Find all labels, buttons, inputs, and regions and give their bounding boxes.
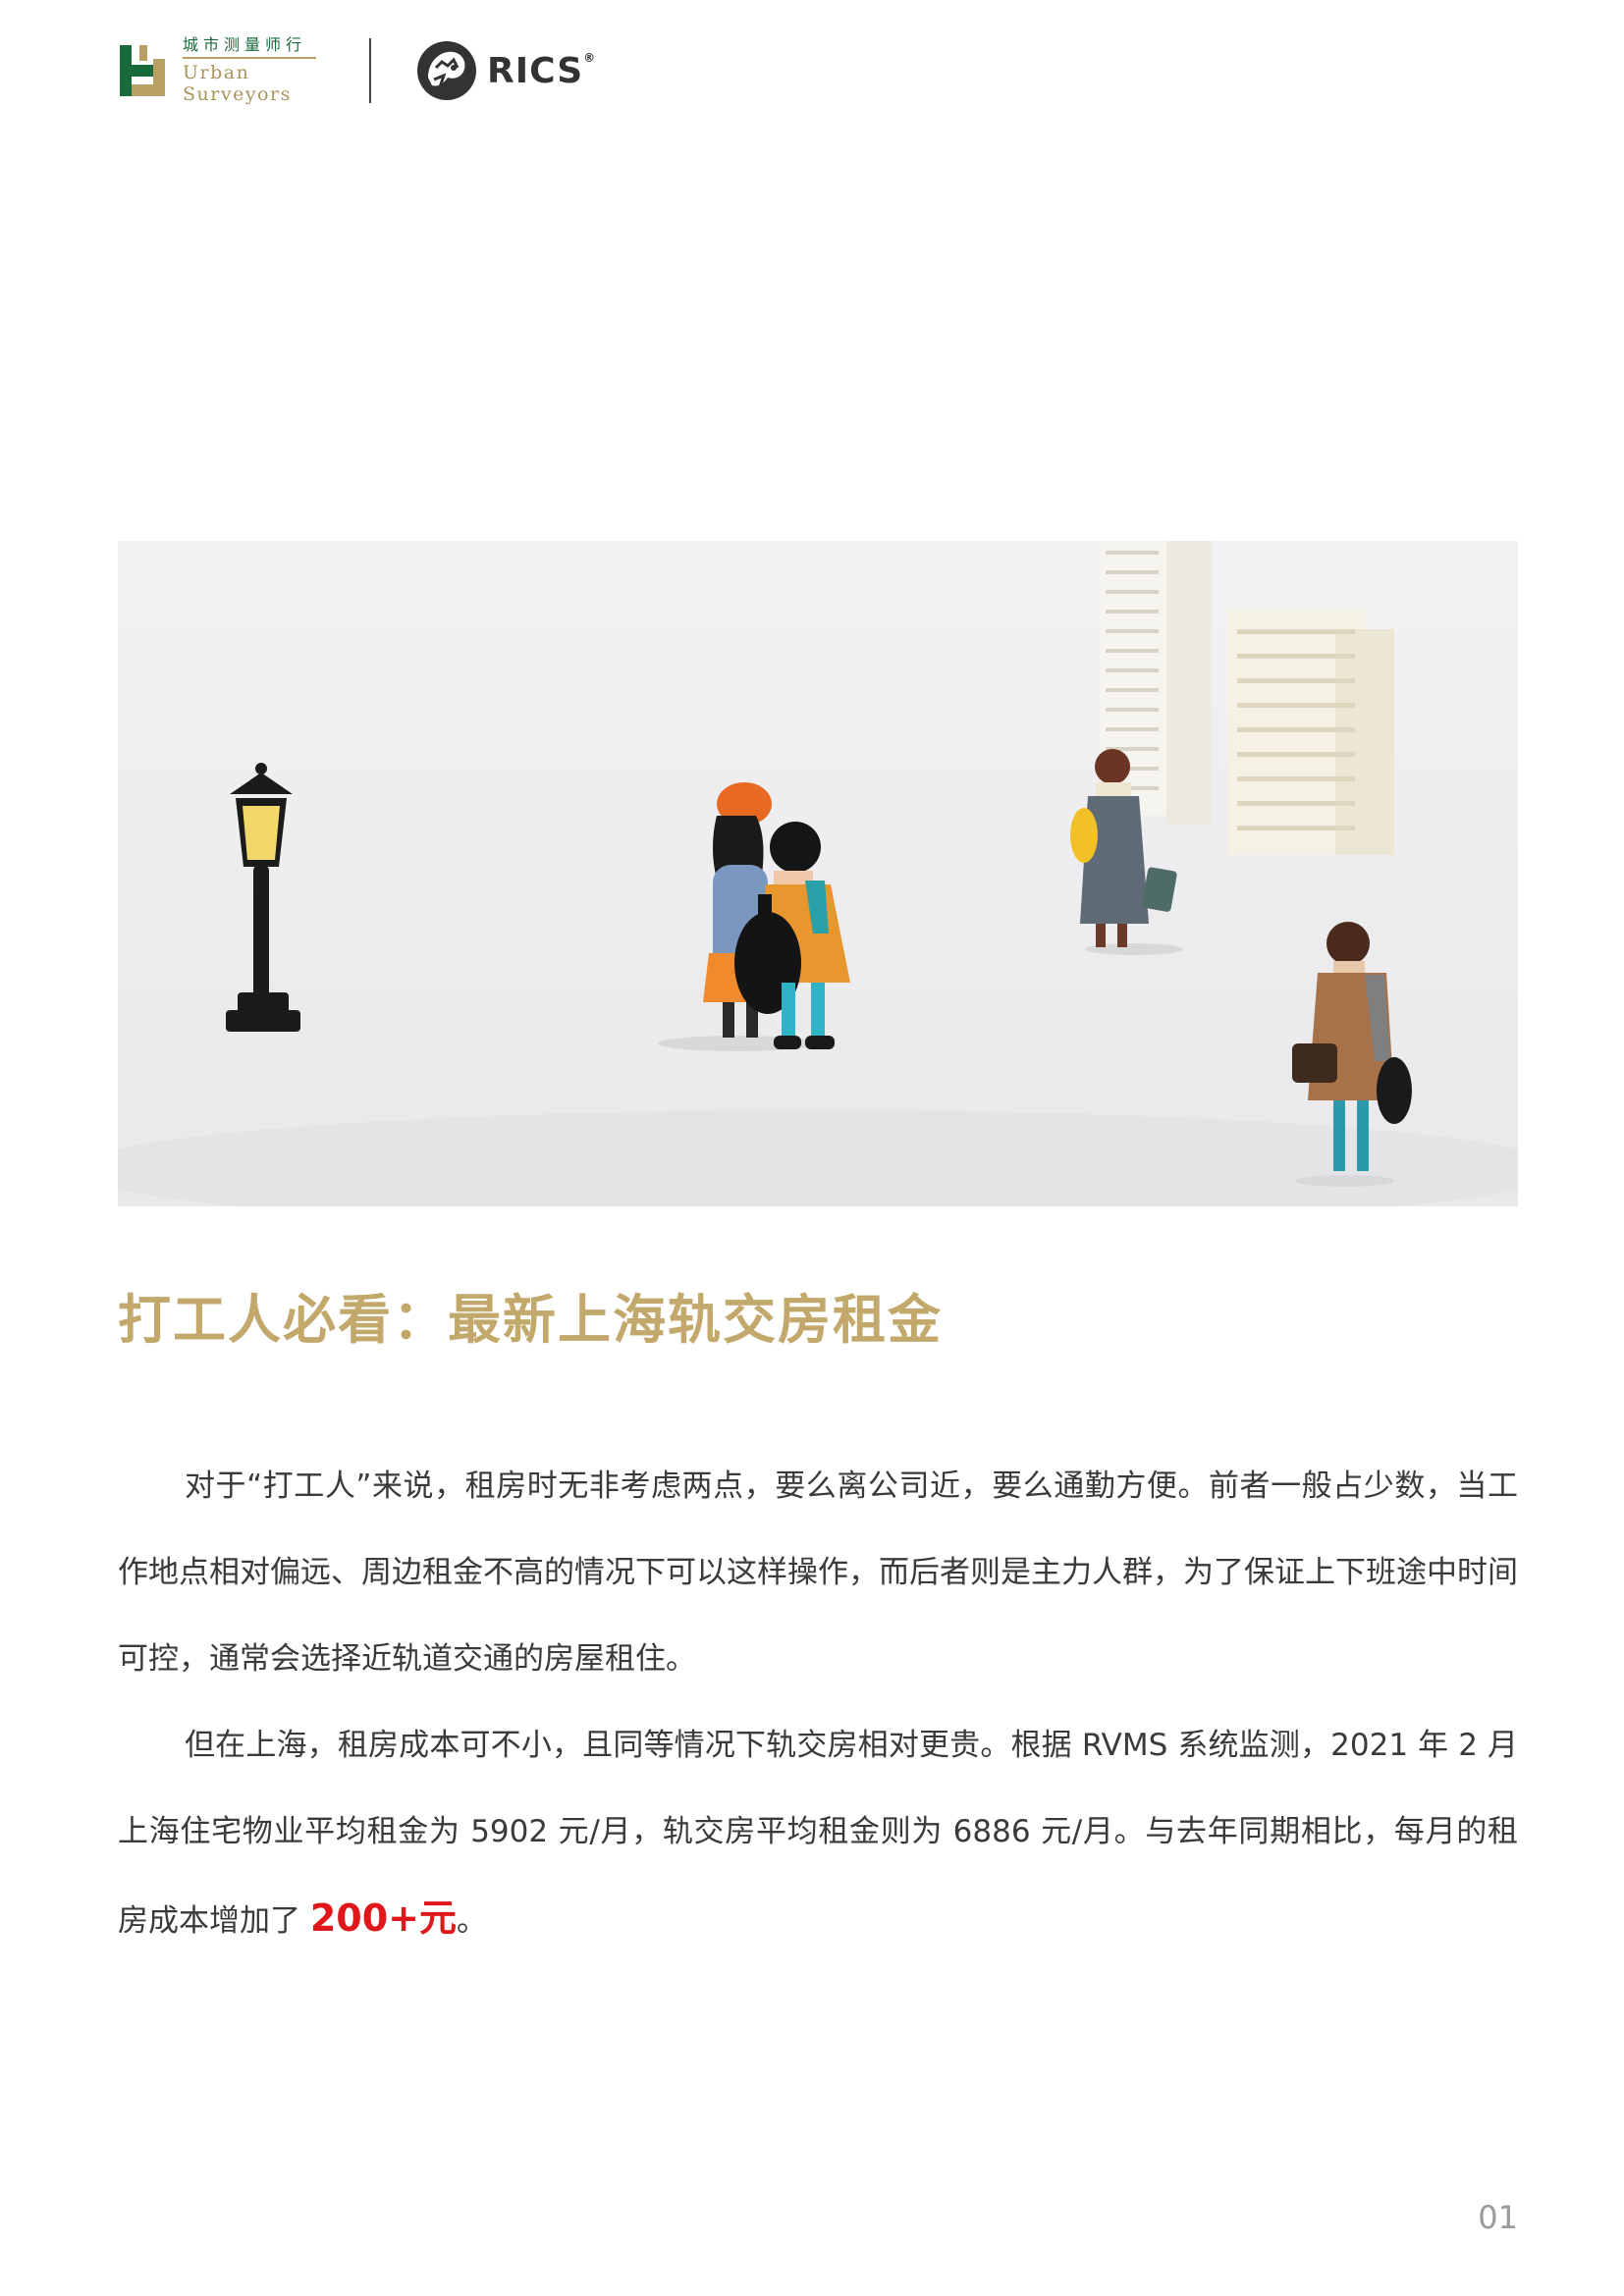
- rics-lion-icon: [417, 41, 476, 100]
- couple-figurines: [658, 782, 850, 1051]
- header-divider: [369, 38, 371, 103]
- model-building-short: [1227, 610, 1394, 855]
- page-number: 01: [1478, 2199, 1518, 2236]
- rent-increase-highlight: 200+元: [309, 1896, 458, 1940]
- paragraph-2-end: 。: [457, 1903, 488, 1939]
- rics-logo: RICS®: [414, 38, 596, 103]
- org-chinese-name: 城市测量师行: [183, 34, 307, 54]
- article-title: 打工人必看：最新上海轨交房租金: [118, 1289, 943, 1351]
- article-paragraph-2: 但在上海，租房成本可不小，且同等情况下轨交房相对更贵。根据 RVMS 系统监测，…: [118, 1702, 1518, 1964]
- street-lamp-figure: [226, 763, 300, 1032]
- urban-surveyors-mark-icon: [118, 39, 171, 102]
- article-paragraph-1: 对于“打工人”来说，租房时无非考虑两点，要么离公司近，要么通勤方便。前者一般占少…: [118, 1468, 1518, 1677]
- org-english-name-line2: Surveyors: [183, 82, 292, 105]
- figurines-scene-illustration: [118, 541, 1518, 1206]
- page-header: 城市测量师行 Urban Surveyors RICS®: [118, 35, 596, 106]
- article-body: 对于“打工人”来说，租房时无非考虑两点，要么离公司近，要么通勤方便。前者一般占少…: [118, 1443, 1518, 1964]
- hero-image: [118, 541, 1518, 1206]
- org-english-name-line1: Urban: [183, 61, 250, 83]
- urban-surveyors-logo: 城市测量师行 Urban Surveyors: [118, 34, 316, 105]
- logo-divider-line: [183, 56, 316, 59]
- rics-wordmark: RICS®: [487, 50, 597, 91]
